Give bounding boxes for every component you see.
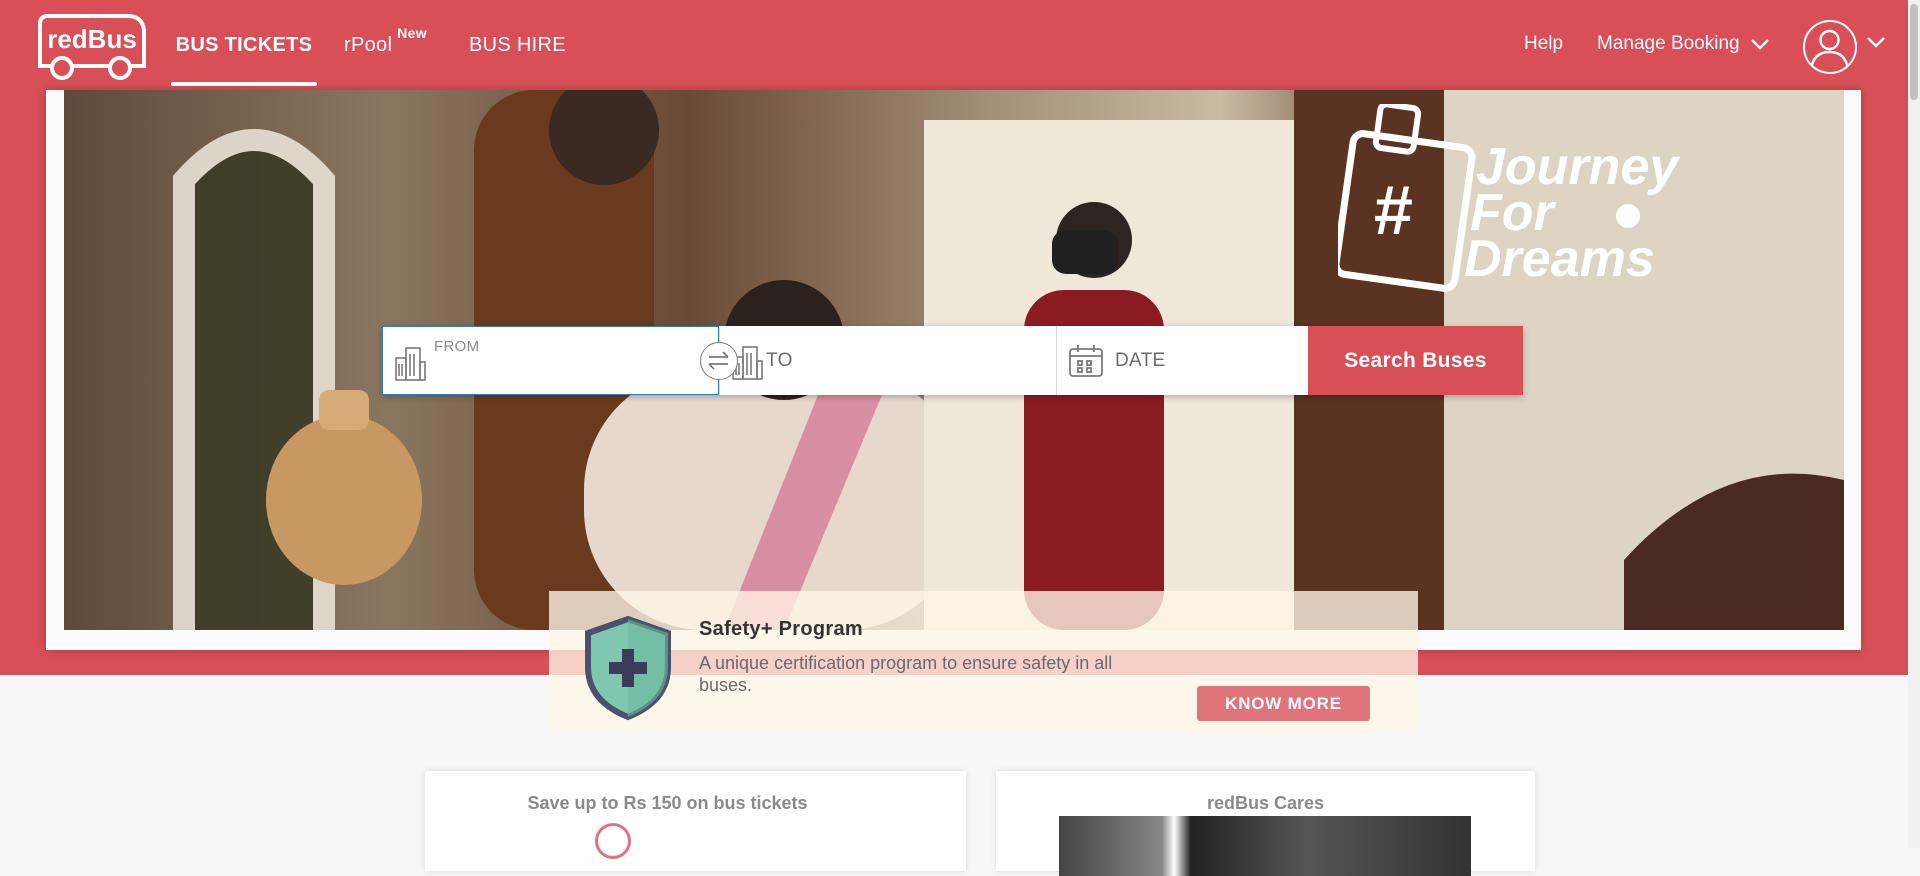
bus-search-form: FROM TO DATE Search Buses <box>382 326 1523 395</box>
tab-bus-hire[interactable]: BUS HIRE <box>469 0 566 90</box>
chevron-down-icon[interactable] <box>1866 36 1886 48</box>
svg-text:#: # <box>1374 171 1413 249</box>
user-avatar-icon[interactable] <box>1803 20 1857 74</box>
chevron-down-icon <box>1750 39 1769 50</box>
journey-for-dreams-logo: # Journey For Dreams <box>1338 104 1681 292</box>
from-input[interactable]: FROM <box>382 326 719 395</box>
redbus-logo[interactable]: redBus <box>32 10 148 82</box>
manage-booking-label: Manage Booking <box>1597 33 1740 54</box>
swap-icon[interactable] <box>700 342 738 380</box>
tab-rpool[interactable]: rPool New <box>344 0 427 90</box>
to-input[interactable]: TO <box>719 326 1056 395</box>
to-label: TO <box>766 350 793 371</box>
tab-label: BUS TICKETS <box>175 33 313 56</box>
svg-text:redBus: redBus <box>47 24 137 54</box>
card-title: Save up to Rs 150 on bus tickets <box>527 793 808 813</box>
city-building-icon <box>395 347 426 381</box>
date-label: DATE <box>1115 350 1166 371</box>
tab-label: BUS HIRE <box>469 33 566 56</box>
redbus-cares-card[interactable]: redBus Cares <box>996 771 1535 876</box>
new-badge: New <box>397 25 427 41</box>
from-label: FROM <box>434 338 480 355</box>
date-input[interactable]: DATE <box>1056 326 1308 395</box>
safety-description: A unique certification program to ensure… <box>699 653 1113 695</box>
help-label: Help <box>1524 33 1564 54</box>
help-link[interactable]: Help <box>1524 0 1563 88</box>
safety-title: Safety+ Program <box>699 618 864 640</box>
safety-plus-banner: Safety+ Program A unique certification p… <box>549 591 1418 734</box>
shield-plus-icon <box>585 615 671 721</box>
tab-label: rPool <box>344 33 393 56</box>
card-title: redBus Cares <box>1206 793 1325 813</box>
offer-icon <box>595 823 631 859</box>
calendar-icon <box>1069 345 1103 377</box>
svg-text:Dreams: Dreams <box>1464 230 1655 288</box>
search-buses-button[interactable]: Search Buses <box>1308 326 1523 395</box>
page-scrollbar[interactable] <box>1908 0 1920 848</box>
scrollbar-thumb[interactable] <box>1910 4 1918 100</box>
manage-booking-dropdown[interactable]: Manage Booking <box>1597 0 1770 88</box>
redbus-cares-image <box>1059 816 1471 876</box>
tab-bus-tickets[interactable]: BUS TICKETS <box>171 0 317 90</box>
know-more-button[interactable]: KNOW MORE <box>1197 686 1370 721</box>
top-navbar: redBus BUS TICKETS rPool New BUS HIRE Hel… <box>0 0 1908 90</box>
offer-card[interactable]: Save up to Rs 150 on bus tickets <box>425 771 966 871</box>
